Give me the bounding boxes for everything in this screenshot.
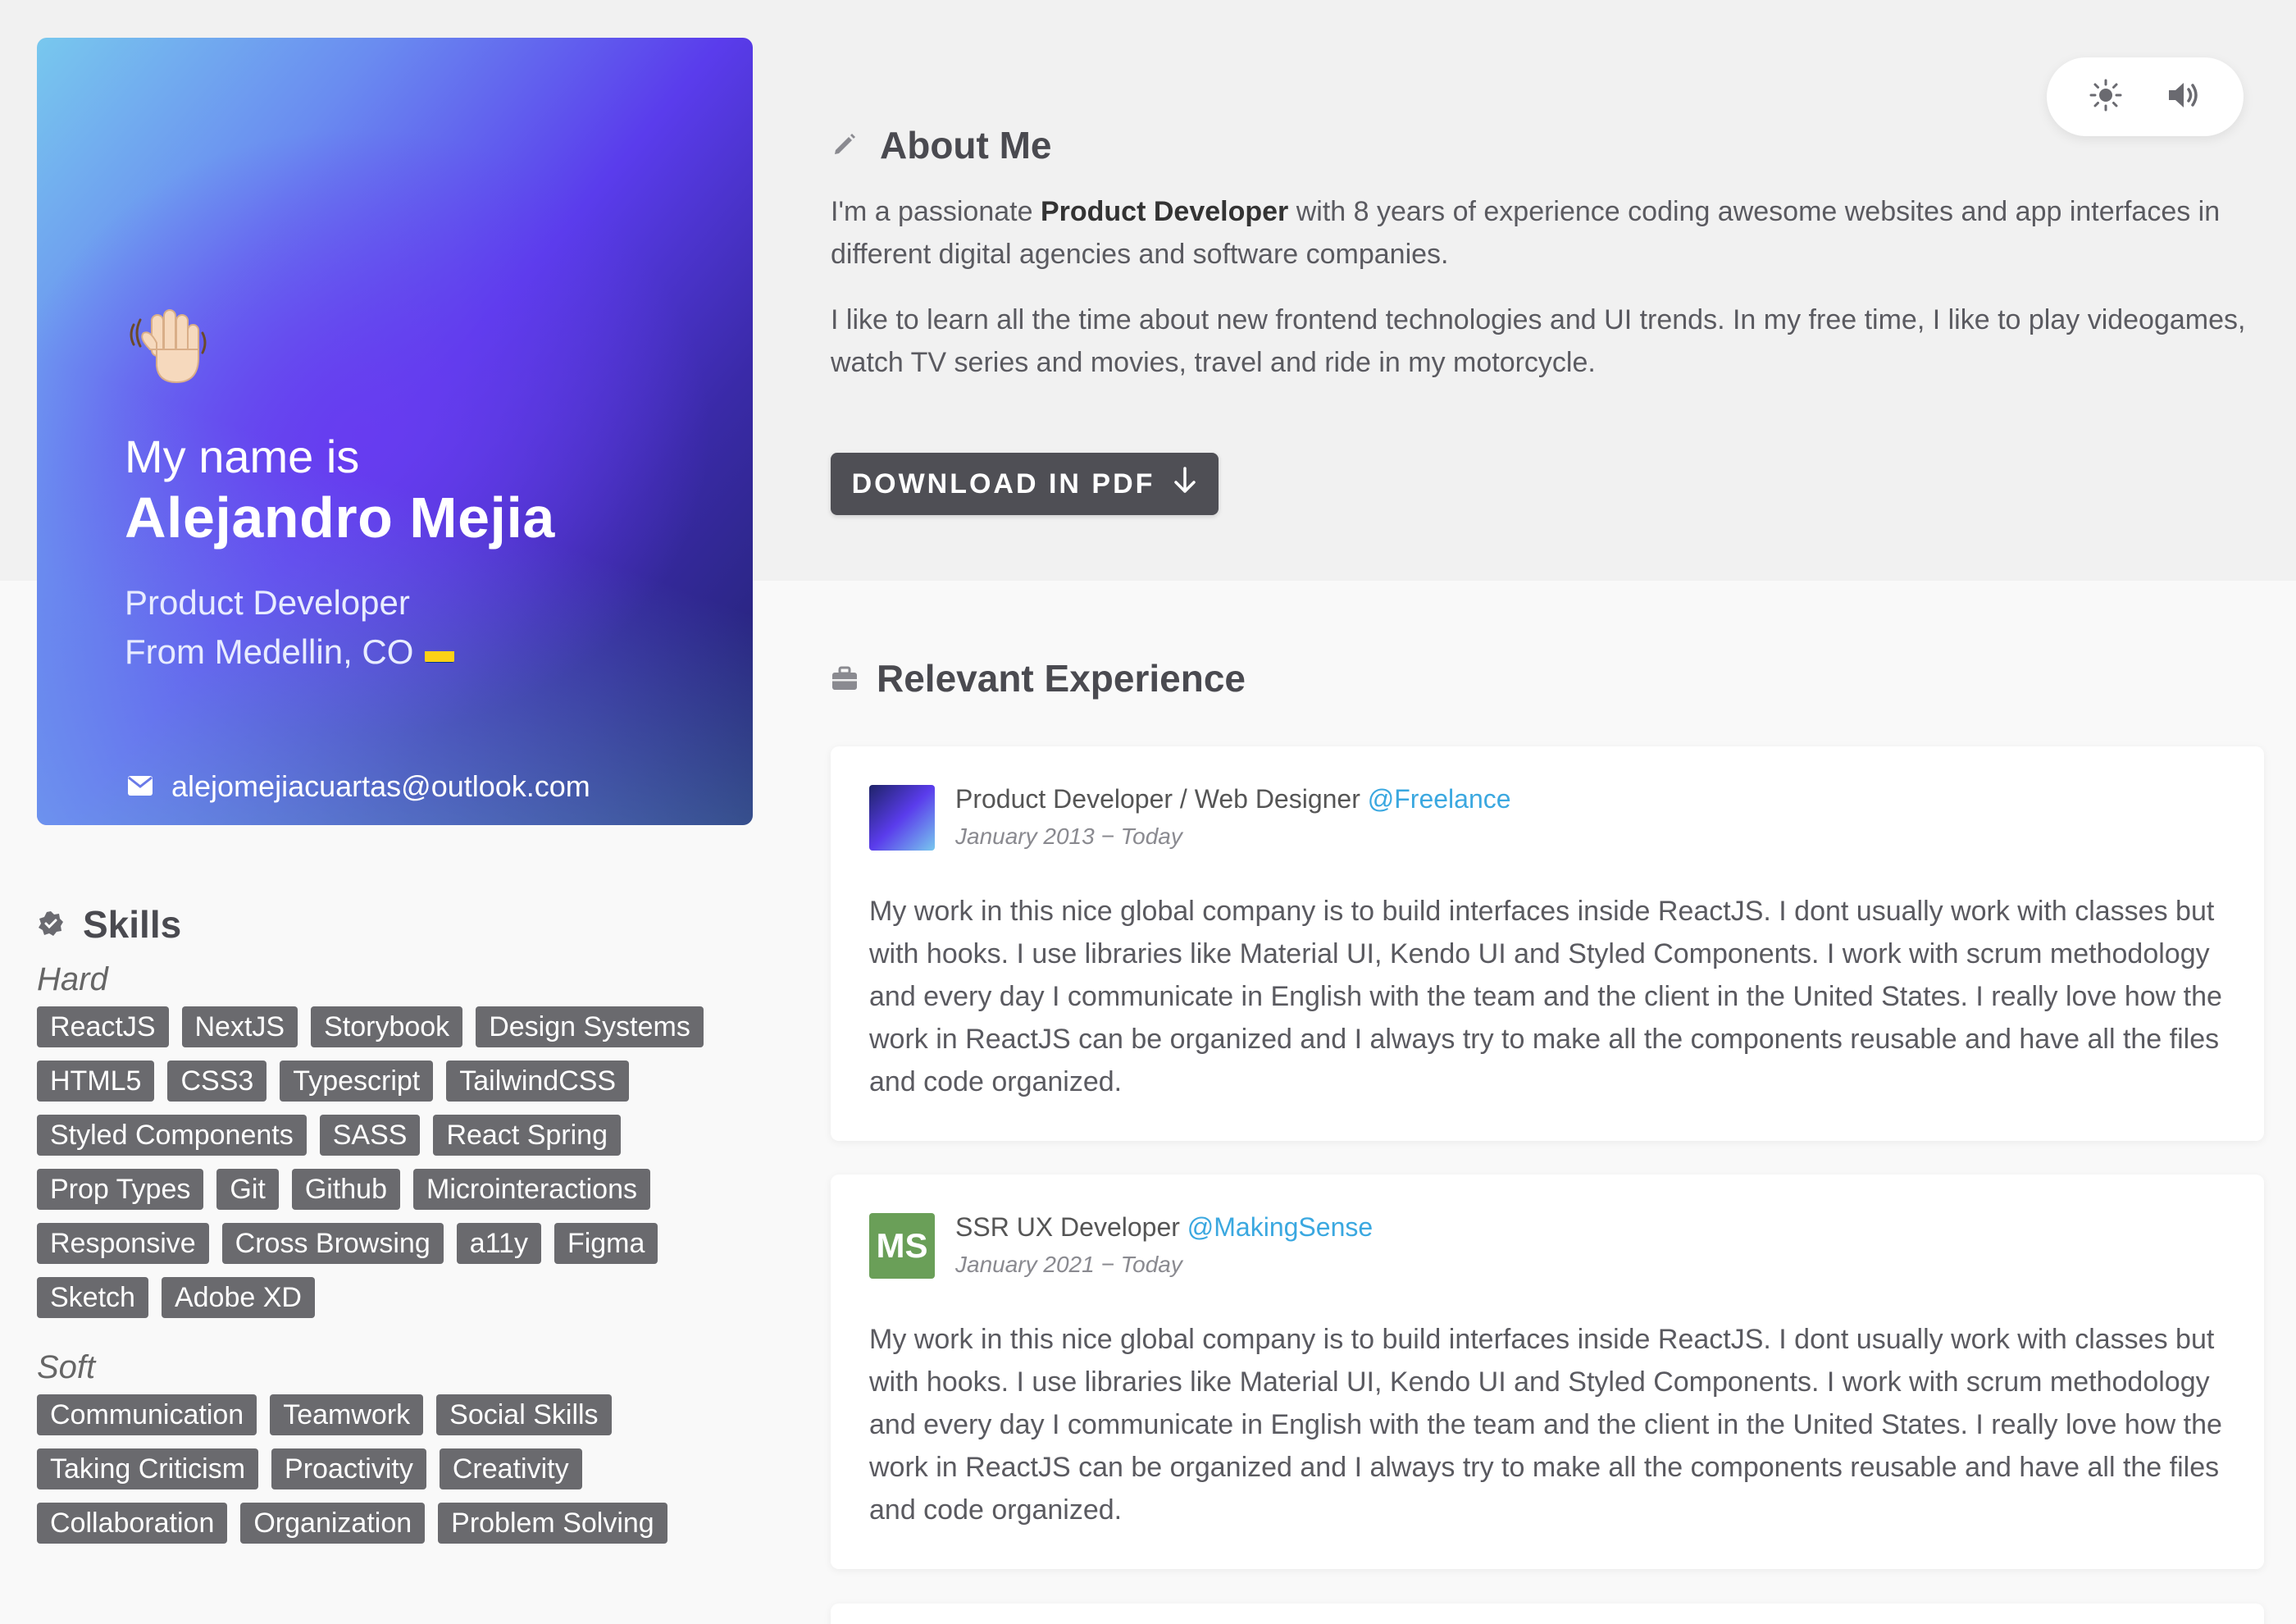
skill-tag: Microinteractions	[413, 1169, 650, 1210]
speaker-icon	[2166, 79, 2203, 116]
experience-header: Product Developer / Web Designer @Freela…	[955, 784, 1511, 814]
skill-tag: Design Systems	[476, 1006, 704, 1047]
colombia-flag-icon	[425, 641, 455, 663]
skills-section: Skills Hard ReactJS NextJS Storybook Design…	[37, 902, 742, 1544]
experience-card	[831, 1603, 2264, 1624]
skill-tag: Taking Criticism	[37, 1448, 259, 1489]
experience-description: My work in this nice global company is t…	[869, 1324, 2222, 1526]
profile-card: My name is Alejandro Mejia Product Devel…	[37, 38, 753, 825]
sound-toggle-button[interactable]	[2165, 77, 2204, 116]
soft-skills-label: Soft	[37, 1349, 96, 1385]
name-intro: My name is	[125, 431, 360, 482]
waving-hand-icon	[122, 300, 212, 390]
skill-tag: Responsive	[37, 1223, 209, 1264]
skill-tag: Proactivity	[271, 1448, 426, 1489]
skill-tag: Adobe XD	[161, 1277, 315, 1318]
experience-dates: January 2013 − Today	[955, 823, 1182, 849]
skill-tag: Storybook	[311, 1006, 463, 1047]
skill-tag: Typescript	[280, 1061, 434, 1102]
about-paragraph-2: I like to learn all the time about new f…	[831, 304, 2246, 378]
experience-role: Product Developer / Web Designer	[955, 784, 1360, 814]
hard-skills-label: Hard	[37, 961, 108, 997]
skill-tag: SASS	[319, 1115, 421, 1156]
skill-tag: Social Skills	[436, 1394, 612, 1435]
skill-tag: Styled Components	[37, 1115, 307, 1156]
about-title: About Me	[880, 124, 1052, 167]
experience-card: Product Developer / Web Designer @Freela…	[831, 746, 2264, 1141]
experience-dates: January 2021 − Today	[955, 1252, 1182, 1277]
profile-location: From Medellin, CO	[125, 632, 455, 672]
arrow-down-icon	[1173, 466, 1197, 503]
about-heading: About Me	[831, 123, 2274, 167]
company-logo: MS	[869, 1213, 935, 1279]
company-link[interactable]: @MakingSense	[1187, 1212, 1373, 1242]
experience-card: MS SSR UX Developer @MakingSense January…	[831, 1175, 2264, 1569]
download-label: DOWNLOAD IN PDF	[851, 468, 1155, 500]
skills-title: Skills	[83, 903, 182, 946]
skill-tag: a11y	[456, 1223, 541, 1264]
experience-heading: Relevant Experience	[831, 656, 1246, 700]
profile-role: Product Developer	[125, 583, 410, 622]
skill-tag: Communication	[37, 1394, 257, 1435]
hard-skills-list: ReactJS NextJS Storybook Design Systems HTML…	[37, 1006, 742, 1318]
experience-description: My work in this nice global company is t…	[869, 896, 2222, 1097]
about-p1-bold: Product Developer	[1040, 196, 1289, 227]
location-text: From Medellin, CO	[125, 632, 414, 671]
skill-tag: Collaboration	[37, 1503, 228, 1544]
skill-tag: Teamwork	[270, 1394, 424, 1435]
skill-tag: Figma	[554, 1223, 658, 1264]
skill-tag: Prop Types	[37, 1169, 204, 1210]
skill-tag: CSS3	[167, 1061, 267, 1102]
skill-tag: TailwindCSS	[446, 1061, 630, 1102]
pencil-icon	[831, 123, 859, 167]
badge-check-icon	[37, 902, 65, 947]
email-link[interactable]: alejomejiacuartas@outlook.com	[127, 769, 590, 804]
skill-tag: Creativity	[439, 1448, 582, 1489]
skill-tag: HTML5	[37, 1061, 155, 1102]
skill-tag: NextJS	[181, 1006, 298, 1047]
sun-icon	[2089, 79, 2122, 116]
theme-toggle-button[interactable]	[2086, 77, 2125, 116]
company-link[interactable]: @Freelance	[1368, 784, 1511, 814]
skill-tag: Git	[216, 1169, 279, 1210]
about-p1-pre: I'm a passionate	[831, 196, 1041, 227]
skill-tag: Organization	[240, 1503, 426, 1544]
skill-tag: Problem Solving	[438, 1503, 667, 1544]
experience-role: SSR UX Developer	[955, 1212, 1180, 1242]
envelope-icon	[127, 769, 153, 804]
about-paragraph-1: I'm a passionate Product Developer with …	[831, 190, 2274, 276]
skill-tag: React Spring	[433, 1115, 621, 1156]
briefcase-icon	[831, 656, 859, 700]
skill-tag: ReactJS	[37, 1006, 169, 1047]
skill-tag: Sketch	[37, 1277, 148, 1318]
skill-tag: Github	[291, 1169, 401, 1210]
profile-name: Alejandro Mejia	[125, 486, 555, 550]
soft-skills-list: Communication Teamwork Social Skills Taking…	[37, 1394, 742, 1544]
company-logo	[869, 785, 935, 851]
experience-title: Relevant Experience	[877, 657, 1246, 700]
about-section: About Me I'm a passionate Product Develo…	[831, 123, 2274, 384]
skill-tag: Cross Browsing	[221, 1223, 444, 1264]
experience-header: SSR UX Developer @MakingSense	[955, 1212, 1373, 1243]
email-text: alejomejiacuartas@outlook.com	[171, 769, 590, 803]
skills-heading: Skills	[37, 902, 742, 947]
download-pdf-button[interactable]: DOWNLOAD IN PDF	[831, 453, 1219, 515]
